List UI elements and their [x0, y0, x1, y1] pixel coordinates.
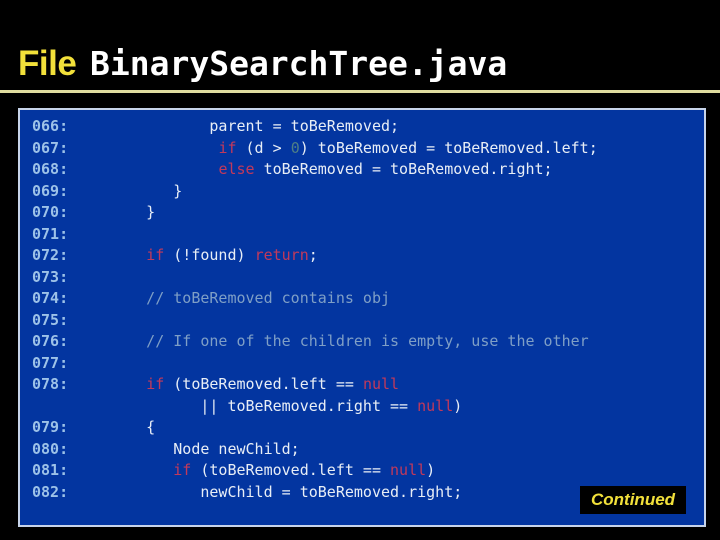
code-line: 069: }: [20, 181, 704, 203]
code-line-number: 068:: [32, 160, 69, 178]
code-line: 067: if (d > 0) toBeRemoved = toBeRemove…: [20, 138, 704, 160]
code-token: (toBeRemoved.left ==: [164, 375, 363, 393]
code-line-source: {: [92, 417, 155, 439]
code-line-source: }: [92, 202, 155, 224]
code-line-number: 066:: [32, 117, 69, 135]
title-label: File: [18, 44, 77, 83]
code-line: 075:: [20, 310, 704, 332]
code-line-source: || toBeRemoved.right == null): [92, 396, 462, 418]
code-token: // If one of the children is empty, use …: [92, 332, 589, 350]
code-line-number: 072:: [32, 246, 69, 264]
code-line: 080: Node newChild;: [20, 439, 704, 461]
code-token: null: [417, 396, 454, 415]
code-token: }: [92, 203, 156, 221]
code-token: return: [254, 246, 309, 264]
code-line: 068: else toBeRemoved = toBeRemoved.righ…: [20, 159, 704, 181]
code-line-number: 069:: [32, 181, 69, 200]
code-line-number: 067:: [32, 138, 69, 157]
code-line-source: // If one of the children is empty, use …: [92, 331, 589, 353]
slide-title: File BinarySearchTree.java: [0, 42, 720, 90]
code-token: ;: [308, 246, 318, 264]
code-line: 072: if (!found) return;: [20, 245, 704, 267]
slide: File BinarySearchTree.java 066: parent =…: [0, 0, 720, 540]
code-token: if: [218, 138, 237, 157]
code-line: 070: }: [20, 202, 704, 224]
code-line-source: if (d > 0) toBeRemoved = toBeRemoved.lef…: [92, 138, 598, 160]
code-line: 078: if (toBeRemoved.left == null: [20, 374, 704, 396]
code-token: ) toBeRemoved = toBeRemoved.left;: [299, 138, 598, 157]
code-line: 076: // If one of the children is empty,…: [20, 331, 704, 353]
title-filename: BinarySearchTree.java: [90, 44, 508, 83]
continued-badge: Continued: [580, 486, 687, 514]
code-line-source: if (toBeRemoved.left == null): [92, 460, 435, 482]
code-token: ): [453, 396, 463, 415]
code-line-number: 080:: [32, 439, 69, 458]
code-line-number: 076:: [32, 332, 69, 350]
code-line-number: 070:: [32, 203, 69, 221]
code-token: ): [426, 461, 436, 479]
code-token: null: [390, 461, 427, 479]
title-divider-rule: [0, 90, 720, 93]
code-token: (!found): [164, 246, 255, 264]
code-line-number: 073:: [32, 267, 69, 286]
code-line-number: 074:: [32, 289, 69, 307]
code-line-number: 078:: [32, 375, 69, 393]
code-token: newChild = toBeRemoved.right;: [92, 482, 463, 501]
code-line: 071:: [20, 224, 704, 246]
code-token: (toBeRemoved.left ==: [191, 461, 391, 479]
code-line-source: else toBeRemoved = toBeRemoved.right;: [92, 159, 553, 181]
code-panel: 066: parent = toBeRemoved; 067: if (d > 0…: [18, 108, 706, 527]
code-token: (d >: [236, 138, 291, 157]
code-line: 074: // toBeRemoved contains obj: [20, 288, 704, 310]
code-token: else: [218, 160, 255, 178]
code-line: 077:: [20, 353, 704, 375]
code-line-source: Node newChild;: [92, 439, 300, 461]
code-line-number: 081:: [32, 461, 69, 479]
code-token: null: [362, 375, 400, 393]
code-listing: 066: parent = toBeRemoved; 067: if (d > 0…: [20, 116, 704, 503]
code-line-number: 082:: [32, 482, 69, 501]
code-line-source: parent = toBeRemoved;: [92, 116, 399, 138]
code-token: }: [92, 181, 183, 200]
code-line-number: 075:: [32, 310, 69, 329]
code-token: 0: [290, 138, 300, 157]
code-line: 066: parent = toBeRemoved;: [20, 116, 704, 138]
code-line-number: 071:: [32, 224, 69, 243]
code-line: 079: {: [20, 417, 704, 439]
code-line-source: // toBeRemoved contains obj: [92, 288, 390, 310]
code-token: || toBeRemoved.right ==: [92, 396, 418, 415]
code-token: parent = toBeRemoved;: [92, 117, 400, 135]
code-token: if: [146, 246, 165, 264]
code-token: {: [92, 418, 156, 436]
code-line-source: if (toBeRemoved.left == null: [92, 374, 399, 396]
code-token: if: [173, 461, 192, 479]
code-token: // toBeRemoved contains obj: [92, 289, 391, 307]
code-line-source: }: [92, 181, 182, 203]
code-line-source: if (!found) return;: [92, 245, 318, 267]
code-token: Node newChild;: [92, 439, 300, 458]
code-line-number: 077:: [32, 353, 69, 372]
code-line-source: newChild = toBeRemoved.right;: [92, 482, 462, 504]
code-line-number: 079:: [32, 418, 69, 436]
code-line: || toBeRemoved.right == null): [20, 396, 704, 418]
code-token: toBeRemoved = toBeRemoved.right;: [254, 160, 553, 178]
code-line: 073:: [20, 267, 704, 289]
code-token: if: [146, 375, 165, 393]
code-line: 081: if (toBeRemoved.left == null): [20, 460, 704, 482]
